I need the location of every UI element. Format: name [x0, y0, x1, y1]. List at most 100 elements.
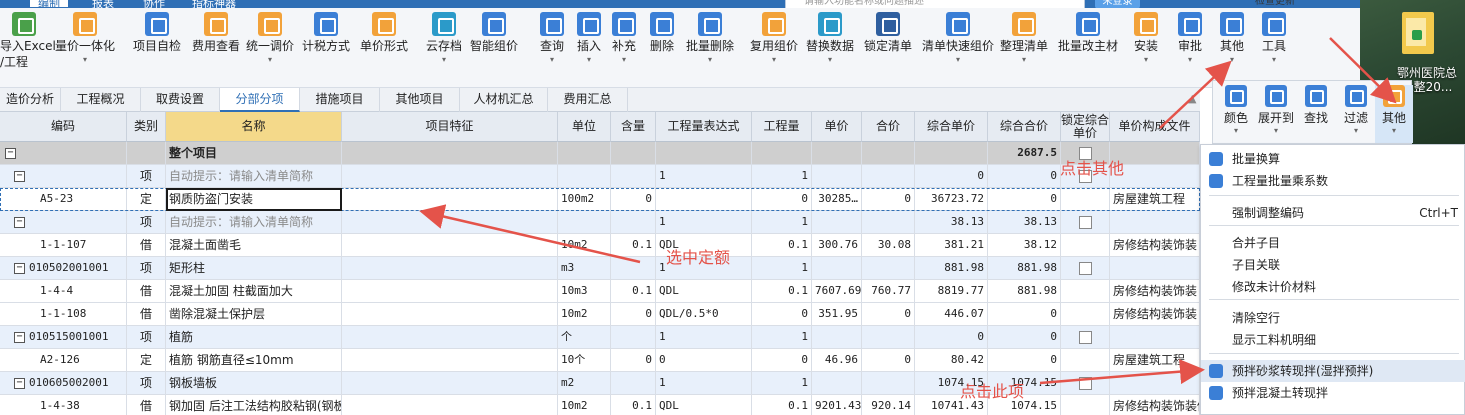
- chevron-down-icon[interactable]: ▾: [828, 56, 832, 64]
- collapse-icon[interactable]: −: [14, 331, 25, 343]
- chevron-down-icon[interactable]: ▾: [1022, 56, 1026, 64]
- chevron-down-icon[interactable]: ▾: [550, 56, 554, 64]
- chevron-down-icon[interactable]: ▾: [956, 56, 960, 64]
- column-header[interactable]: 含量: [611, 112, 656, 142]
- column-header[interactable]: 综合单价: [915, 112, 988, 142]
- tab-item[interactable]: 工程概况: [61, 88, 141, 112]
- table-row[interactable]: 1-4-4 借混凝土加固 柱截面加大 10m3 0.1 QDL 0.1 7607.69 760…: [0, 280, 1200, 303]
- collapse-icon[interactable]: −: [14, 216, 25, 228]
- expand-to-button[interactable]: 展开到 ▾: [1257, 85, 1295, 135]
- tab-item[interactable]: 人材机汇总: [460, 88, 548, 112]
- lock-list-button[interactable]: 锁定清单: [864, 12, 912, 54]
- column-header[interactable]: 编码: [0, 112, 127, 142]
- column-header[interactable]: 名称: [166, 112, 342, 142]
- chevron-down-icon[interactable]: ▾: [83, 56, 87, 64]
- chevron-down-icon[interactable]: ▾: [1144, 56, 1148, 64]
- chevron-down-icon[interactable]: ▾: [1274, 126, 1278, 135]
- menu-item[interactable]: 合并子目: [1201, 232, 1465, 254]
- menu-item[interactable]: 显示工料机明细: [1201, 329, 1465, 351]
- tab-item[interactable]: 其他项目: [380, 88, 460, 112]
- find-button[interactable]: 查找: [1297, 85, 1335, 126]
- approve-button[interactable]: 审批 ▾: [1178, 12, 1202, 64]
- menu-item[interactable]: 子目关联: [1201, 254, 1465, 276]
- tax-method-button[interactable]: 计税方式: [302, 12, 350, 54]
- collapse-icon[interactable]: −: [14, 170, 25, 182]
- lock-checkbox[interactable]: [1078, 262, 1092, 275]
- chevron-down-icon[interactable]: ▾: [622, 56, 626, 64]
- delete-button[interactable]: 删除: [650, 12, 674, 54]
- tool-button[interactable]: 工具 ▾: [1262, 12, 1286, 64]
- top-menu-item[interactable]: 报表: [92, 0, 114, 8]
- lock-checkbox[interactable]: [1078, 216, 1092, 229]
- menu-item[interactable]: 批量换算: [1201, 148, 1465, 170]
- table-row[interactable]: 1-1-108 借凿除混凝土保护层 10m2 0 QDL/0.5*0 0 351.95 0 44…: [0, 303, 1200, 326]
- menu-item[interactable]: 工程量批量乘系数: [1201, 170, 1465, 192]
- menu-item[interactable]: 预拌混凝土转现拌: [1201, 382, 1465, 404]
- menu-item[interactable]: 修改未计价材料: [1201, 276, 1465, 298]
- supplement-button[interactable]: 补充 ▾: [612, 12, 636, 64]
- collapse-icon[interactable]: −: [14, 262, 25, 274]
- tab-item[interactable]: 造价分析: [0, 88, 61, 112]
- batch-material-button[interactable]: 批量改主材: [1058, 12, 1118, 54]
- chevron-down-icon[interactable]: ▾: [772, 56, 776, 64]
- other-button[interactable]: 其他 ▾: [1375, 85, 1413, 143]
- table-row[interactable]: − 项自动提示：请输入清单简称 1 1 0 0: [0, 165, 1200, 188]
- lock-checkbox[interactable]: [1078, 377, 1092, 390]
- folder-icon[interactable]: [1402, 12, 1434, 54]
- top-menu-item[interactable]: 编制: [30, 0, 68, 8]
- insert-button[interactable]: 插入 ▾: [577, 12, 601, 64]
- reuse-pricing-button[interactable]: 复用组价 ▾: [750, 12, 798, 64]
- tab-item[interactable]: 费用汇总: [548, 88, 628, 112]
- unit-price-form-button[interactable]: 单价形式: [360, 12, 408, 54]
- self-check-button[interactable]: 项目自检: [133, 12, 181, 54]
- table-row[interactable]: −010515001001 项植筋个 1 1 0 0: [0, 326, 1200, 349]
- tab-item[interactable]: 取费设置: [141, 88, 220, 112]
- lock-checkbox[interactable]: [1078, 331, 1092, 344]
- chevron-down-icon[interactable]: ▾: [1392, 126, 1396, 135]
- top-menu-item[interactable]: 协作: [143, 0, 165, 8]
- menu-item[interactable]: 强制调整编码 Ctrl+T: [1201, 202, 1465, 224]
- cloud-archive-button[interactable]: 云存档 ▾: [426, 12, 462, 64]
- color-button[interactable]: 颜色 ▾: [1217, 85, 1255, 135]
- chevron-down-icon[interactable]: ▾: [268, 56, 272, 64]
- query-button[interactable]: 查询 ▾: [540, 12, 564, 64]
- table-row[interactable]: A2-126 定植筋 钢筋直径≤10mm 10个 0 0 0 46.96 0 80.42 0 房屋建…: [0, 349, 1200, 372]
- chevron-down-icon[interactable]: ▾: [587, 56, 591, 64]
- chevron-down-icon[interactable]: ▾: [1234, 126, 1238, 135]
- column-header[interactable]: 综合合价: [988, 112, 1061, 142]
- column-header[interactable]: 类别: [127, 112, 166, 142]
- collapse-icon[interactable]: −: [5, 147, 16, 159]
- column-header[interactable]: 项目特征: [342, 112, 558, 142]
- table-row[interactable]: 1-1-107 借混凝土面凿毛 10m2 0.1 QDL 0.1 300.76 30.08 38…: [0, 234, 1200, 257]
- import-excel-button[interactable]: 导入Excel /工程: [0, 12, 56, 70]
- column-header[interactable]: 单位: [558, 112, 611, 142]
- collapse-icon[interactable]: −: [14, 377, 25, 389]
- chevron-down-icon[interactable]: ▾: [708, 56, 712, 64]
- price-integration-button[interactable]: 量价一体化 ▾: [55, 12, 115, 64]
- tab-item[interactable]: 措施项目: [300, 88, 380, 112]
- column-header[interactable]: 单价: [812, 112, 862, 142]
- chevron-down-icon[interactable]: ▾: [1354, 126, 1358, 135]
- menu-item[interactable]: 预拌砂浆转现拌(湿拌预拌): [1201, 360, 1465, 382]
- unified-price-button[interactable]: 统一调价 ▾: [246, 12, 294, 64]
- smart-pricing-button[interactable]: 智能组价: [470, 12, 518, 54]
- column-header[interactable]: 锁定综合单价: [1061, 112, 1110, 142]
- replace-data-button[interactable]: 替换数据 ▾: [806, 12, 854, 64]
- menu-item[interactable]: 清除空行: [1201, 307, 1465, 329]
- quick-pricing-button[interactable]: 清单快速组价 ▾: [922, 12, 994, 64]
- install-button[interactable]: 安装 ▾: [1134, 12, 1158, 64]
- column-header[interactable]: 工程量表达式: [656, 112, 752, 142]
- chevron-down-icon[interactable]: ▾: [442, 56, 446, 64]
- table-row[interactable]: A5-23 定钢质防盗门安装 100m2 0 0 30285… 0 36723.72 0 房屋建筑…: [0, 188, 1200, 211]
- table-row[interactable]: − 整个项目 2687.5: [0, 142, 1200, 165]
- check-update-link[interactable]: 检查更新: [1255, 0, 1295, 8]
- chevron-down-icon[interactable]: ▾: [1230, 56, 1234, 64]
- pin-icon[interactable]: ▲: [1188, 92, 1196, 105]
- column-header[interactable]: 合价: [862, 112, 915, 142]
- chevron-down-icon[interactable]: ▾: [1188, 56, 1192, 64]
- column-header[interactable]: 单价构成文件: [1110, 112, 1200, 142]
- fee-view-button[interactable]: 费用查看: [192, 12, 240, 54]
- chevron-down-icon[interactable]: ▾: [1272, 56, 1276, 64]
- other-button[interactable]: 其他 ▾: [1220, 12, 1244, 64]
- column-header[interactable]: 工程量: [752, 112, 812, 142]
